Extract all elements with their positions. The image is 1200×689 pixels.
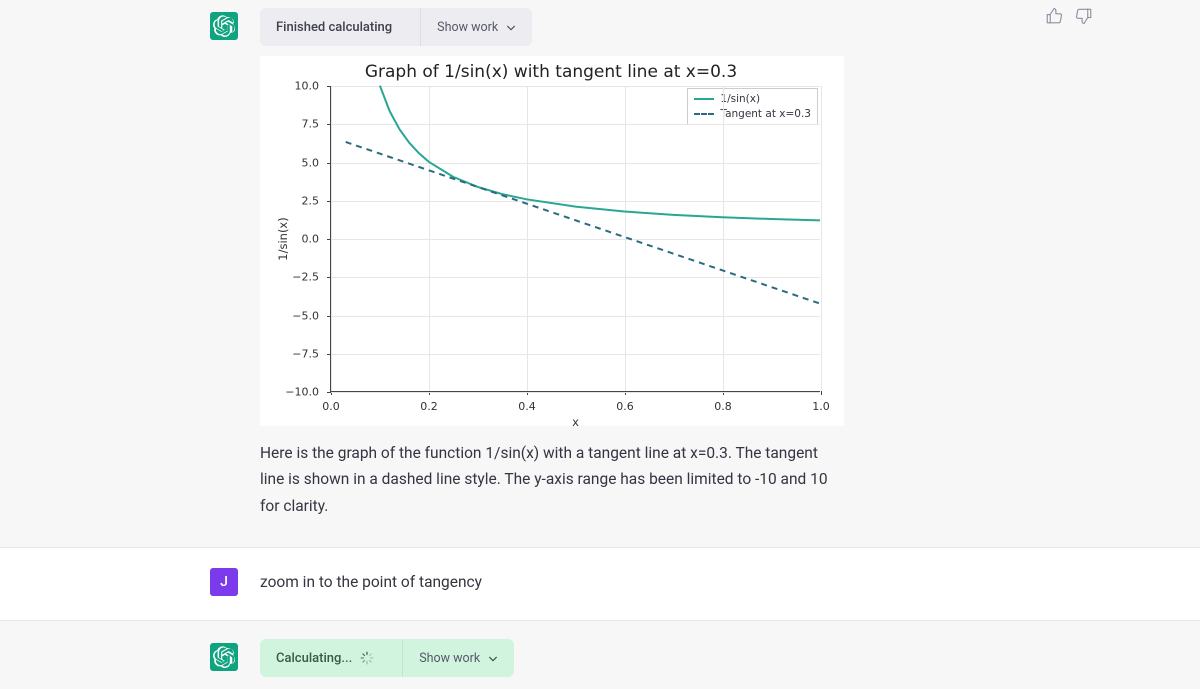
thumbs-down-button[interactable]: [1074, 6, 1094, 26]
chart-x-tick-label: 1.0: [812, 400, 830, 413]
chart-y-tick-label: −10.0: [285, 386, 319, 399]
chart-y-tick-label: 2.5: [302, 194, 320, 207]
user-avatar: J: [210, 568, 238, 596]
status-pill-calculating: Calculating...: [260, 639, 514, 677]
chart-svg: [331, 86, 820, 391]
chart-y-tick-label: 0.0: [302, 233, 320, 246]
user-message-text: zoom in to the point of tangency: [260, 570, 990, 595]
chart-y-axis-label: 1/sin(x): [276, 217, 290, 260]
chart-curve-line: [380, 86, 820, 221]
assistant-message-text: Here is the graph of the function 1/sin(…: [260, 440, 844, 519]
spinner-icon: [360, 651, 374, 665]
openai-logo-icon: [213, 15, 235, 37]
thumbs-up-icon: [1045, 7, 1063, 25]
chart-plot-area: 1/sin(x) Tangent at x=0.3 x 1/sin(x) 0.0…: [330, 86, 820, 392]
chart-image: Graph of 1/sin(x) with tangent line at x…: [260, 56, 844, 426]
chart-x-tick-label: 0.2: [420, 400, 438, 413]
status-label: Calculating...: [260, 651, 390, 666]
chart-y-tick-label: 10.0: [295, 80, 320, 93]
chart-x-tick-label: 0.6: [616, 400, 634, 413]
show-work-button[interactable]: Show work: [420, 8, 532, 46]
chevron-down-icon: [506, 22, 516, 32]
thumbs-down-icon: [1075, 7, 1093, 25]
chevron-down-icon: [488, 653, 498, 663]
chart-x-tick-label: 0.0: [322, 400, 340, 413]
chart-y-tick-label: 7.5: [302, 118, 320, 131]
chart-x-tick-label: 0.8: [714, 400, 732, 413]
status-pill-finished: Finished calculating Show work: [260, 8, 532, 46]
assistant-avatar: [210, 643, 238, 671]
chart-y-tick-label: 5.0: [302, 156, 320, 169]
chart-x-tick-label: 0.4: [518, 400, 536, 413]
message-feedback: [1044, 6, 1094, 26]
thumbs-up-button[interactable]: [1044, 6, 1064, 26]
chart-title: Graph of 1/sin(x) with tangent line at x…: [268, 62, 834, 82]
chart-tangent-line: [346, 142, 820, 304]
assistant-avatar: [210, 12, 238, 40]
chart-x-axis-label: x: [572, 415, 579, 429]
show-work-button[interactable]: Show work: [402, 639, 514, 677]
chart-y-tick-label: −2.5: [292, 271, 319, 284]
status-label: Finished calculating: [260, 20, 408, 35]
chart-y-tick-label: −5.0: [292, 309, 319, 322]
chart-y-tick-label: −7.5: [292, 347, 319, 360]
openai-logo-icon: [213, 646, 235, 668]
